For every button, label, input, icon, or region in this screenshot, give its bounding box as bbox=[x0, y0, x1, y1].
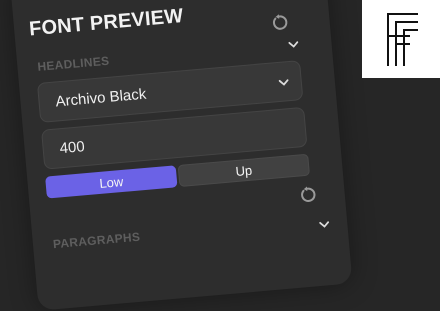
case-low-button[interactable]: Low bbox=[45, 165, 178, 199]
headline-weight-value: 400 bbox=[58, 137, 86, 157]
reset-headlines-icon[interactable] bbox=[297, 184, 319, 206]
reset-all-icon[interactable] bbox=[269, 12, 291, 34]
case-up-button[interactable]: Up bbox=[177, 153, 311, 188]
paragraphs-section-label: PARAGRAPHS bbox=[52, 229, 141, 252]
headline-font-value: Archivo Black bbox=[54, 85, 147, 110]
chevron-down-icon[interactable] bbox=[317, 217, 332, 232]
headlines-section-label: HEADLINES bbox=[36, 53, 110, 74]
font-preview-panel: FONT PREVIEW HEADLINES Archivo Black 400… bbox=[10, 0, 353, 311]
chevron-down-icon bbox=[276, 75, 291, 90]
panel-title: FONT PREVIEW bbox=[28, 5, 185, 41]
chevron-down-icon[interactable] bbox=[286, 37, 301, 52]
ff-logo bbox=[362, 0, 440, 78]
